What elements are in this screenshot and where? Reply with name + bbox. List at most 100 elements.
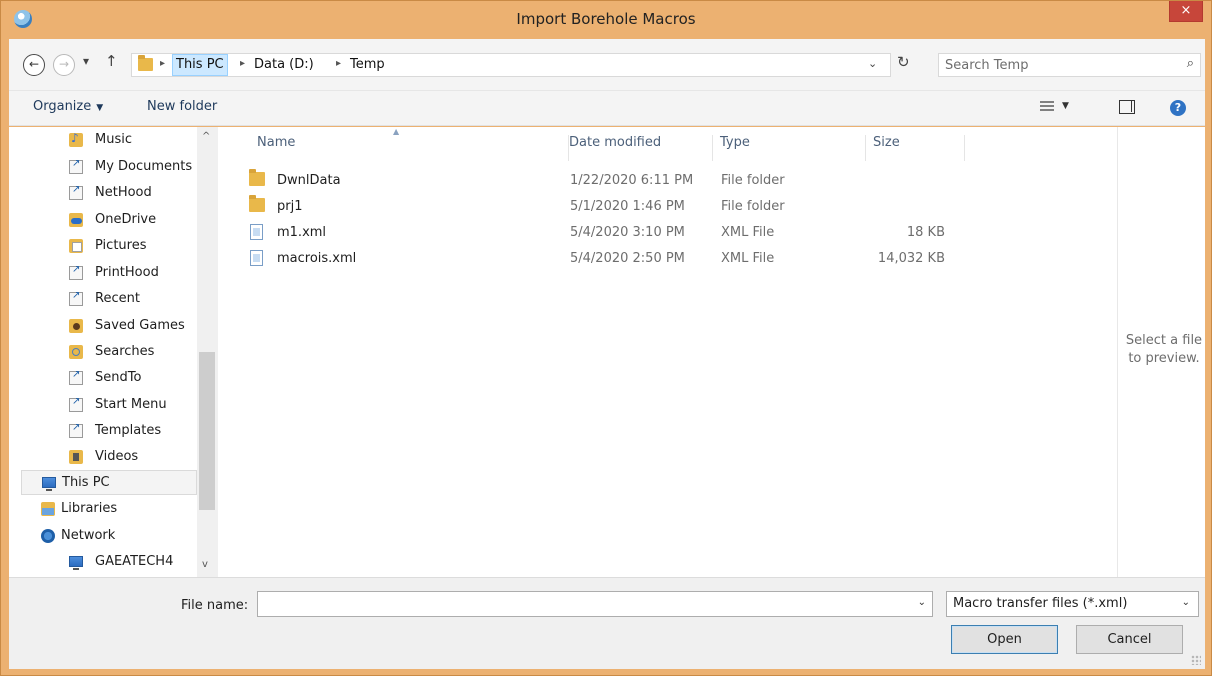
shortcut-icon bbox=[69, 422, 83, 438]
up-button[interactable]: ↑ bbox=[105, 52, 118, 70]
preview-pane: Select a file to preview. bbox=[1117, 127, 1205, 577]
column-header-type[interactable]: Type bbox=[712, 135, 866, 161]
recent-locations-dropdown[interactable]: ▾ bbox=[83, 54, 89, 68]
window-title: Import Borehole Macros bbox=[516, 10, 696, 28]
file-name: macrois.xml bbox=[277, 251, 357, 266]
file-size: 18 KB bbox=[906, 225, 945, 240]
breadcrumb-item-temp[interactable]: Temp bbox=[350, 57, 385, 72]
file-date: 5/1/2020 1:46 PM bbox=[570, 199, 685, 214]
address-history-dropdown[interactable]: ⌄ bbox=[868, 57, 877, 70]
file-date: 5/4/2020 2:50 PM bbox=[570, 251, 685, 266]
folder-icon bbox=[138, 55, 153, 71]
scrollbar-thumb[interactable] bbox=[199, 352, 215, 510]
file-type: XML File bbox=[721, 251, 775, 266]
column-header-name[interactable]: Name bbox=[249, 135, 569, 161]
navigation-pane: Music My Documents NetHood OneDrive Pict… bbox=[9, 127, 218, 577]
column-header-size[interactable]: Size bbox=[865, 135, 965, 161]
back-button[interactable]: ← bbox=[23, 54, 45, 76]
search-box[interactable]: ⌕ bbox=[938, 53, 1201, 77]
file-name: prj1 bbox=[277, 199, 303, 214]
sidebar-item-label: Music bbox=[95, 132, 132, 147]
search-icon[interactable]: ⌕ bbox=[1187, 56, 1194, 71]
folder-icon bbox=[249, 195, 265, 212]
file-name-panel: File name: ⌄ Macro transfer files (*.xml… bbox=[9, 577, 1205, 669]
file-row-macrois-xml[interactable]: macrois.xml 5/4/2020 2:50 PM XML File 14… bbox=[239, 247, 1099, 273]
sidebar-item-label: Start Menu bbox=[95, 397, 167, 412]
import-dialog-window: Import Borehole Macros × ← → ▾ ↑ ▸ This … bbox=[0, 0, 1212, 676]
breadcrumb[interactable]: ▸ This PC ▸ Data (D:) ▸ Temp ⌄ bbox=[131, 53, 891, 77]
breadcrumb-separator-icon[interactable]: ▸ bbox=[160, 58, 165, 69]
shortcut-icon bbox=[69, 264, 83, 280]
shortcut-icon bbox=[69, 184, 83, 200]
breadcrumb-separator-icon[interactable]: ▸ bbox=[240, 58, 245, 69]
file-type-filter-value: Macro transfer files (*.xml) bbox=[953, 596, 1128, 611]
sidebar-scrollbar[interactable]: ^ v bbox=[197, 127, 217, 577]
preview-message: Select a file to preview. bbox=[1125, 333, 1203, 366]
music-folder-icon bbox=[69, 131, 83, 147]
breadcrumb-item-this-pc[interactable]: This PC bbox=[172, 54, 228, 76]
change-view-icon[interactable] bbox=[1040, 101, 1054, 113]
chevron-down-icon[interactable]: ⌄ bbox=[918, 597, 926, 608]
address-row: ← → ▾ ↑ ▸ This PC ▸ Data (D:) ▸ Temp ⌄ ↻… bbox=[9, 39, 1205, 91]
sidebar-item-network[interactable]: Network bbox=[21, 524, 206, 549]
search-input[interactable] bbox=[945, 56, 1165, 74]
new-folder-button[interactable]: New folder bbox=[147, 99, 217, 114]
file-name: DwnlData bbox=[277, 173, 341, 188]
command-toolbar: Organize ▼ New folder ▼ ? bbox=[9, 91, 1205, 126]
resize-grip-icon[interactable] bbox=[1191, 655, 1201, 665]
sidebar-item-label: Saved Games bbox=[95, 318, 185, 333]
sidebar-item-label: NetHood bbox=[95, 185, 152, 200]
file-name-input[interactable] bbox=[262, 595, 892, 613]
shortcut-icon bbox=[69, 158, 83, 174]
breadcrumb-separator-icon[interactable]: ▸ bbox=[336, 58, 341, 69]
sidebar-item-this-pc[interactable]: This PC bbox=[21, 470, 197, 495]
sidebar-item-label: OneDrive bbox=[95, 212, 157, 227]
forward-button[interactable]: → bbox=[53, 54, 75, 76]
file-row-prj1[interactable]: prj1 5/1/2020 1:46 PM File folder bbox=[239, 195, 1099, 221]
scroll-down-icon[interactable]: v bbox=[202, 559, 208, 570]
computer-icon bbox=[69, 556, 83, 570]
file-date: 1/22/2020 6:11 PM bbox=[570, 173, 694, 188]
saved-games-icon bbox=[69, 319, 83, 333]
sidebar-item-label: PrintHood bbox=[95, 265, 159, 280]
file-date: 5/4/2020 3:10 PM bbox=[570, 225, 685, 240]
scroll-up-icon[interactable]: ^ bbox=[202, 131, 210, 142]
file-type-filter-select[interactable]: Macro transfer files (*.xml) ⌄ bbox=[946, 591, 1199, 617]
cancel-button[interactable]: Cancel bbox=[1076, 625, 1183, 654]
main-area: Music My Documents NetHood OneDrive Pict… bbox=[9, 127, 1205, 577]
column-header-date-modified[interactable]: Date modified bbox=[561, 135, 713, 161]
file-name-combobox[interactable]: ⌄ bbox=[257, 591, 933, 617]
file-type: File folder bbox=[721, 199, 785, 214]
organize-menu-button[interactable]: Organize ▼ bbox=[33, 99, 103, 114]
refresh-icon[interactable]: ↻ bbox=[897, 53, 910, 71]
open-button[interactable]: Open bbox=[951, 625, 1058, 654]
sidebar-item-label: Pictures bbox=[95, 238, 147, 253]
sidebar-item-label: Searches bbox=[95, 344, 155, 359]
sidebar-item-libraries[interactable]: Libraries bbox=[21, 497, 206, 522]
sidebar-item-label: Recent bbox=[95, 291, 140, 306]
file-row-dwnldata[interactable]: DwnlData 1/22/2020 6:11 PM File folder bbox=[239, 169, 1099, 195]
file-type: XML File bbox=[721, 225, 775, 240]
sidebar-item-label: Videos bbox=[95, 449, 139, 464]
libraries-icon bbox=[41, 502, 55, 516]
file-type: File folder bbox=[721, 173, 785, 188]
shortcut-icon bbox=[69, 396, 83, 412]
file-row-m1-xml[interactable]: m1.xml 5/4/2020 3:10 PM XML File 18 KB bbox=[239, 221, 1099, 247]
chevron-down-icon: ⌄ bbox=[1181, 597, 1190, 608]
pictures-folder-icon bbox=[69, 239, 83, 253]
close-button[interactable]: × bbox=[1169, 1, 1203, 22]
sidebar-item-label: Network bbox=[61, 528, 116, 543]
sidebar-item-label: Templates bbox=[95, 423, 162, 438]
file-list: ▲ Name Date modified Type Size DwnlData … bbox=[219, 127, 1117, 577]
xml-file-icon bbox=[250, 250, 263, 266]
title-bar[interactable]: Import Borehole Macros × bbox=[1, 1, 1211, 39]
chevron-down-icon: ▼ bbox=[96, 103, 104, 113]
breadcrumb-item-data-drive[interactable]: Data (D:) bbox=[254, 57, 314, 72]
searches-icon bbox=[69, 345, 83, 359]
help-icon[interactable]: ? bbox=[1170, 100, 1186, 116]
videos-folder-icon bbox=[69, 450, 83, 464]
preview-pane-icon[interactable] bbox=[1119, 100, 1135, 114]
shortcut-icon bbox=[69, 290, 83, 306]
view-options-dropdown[interactable]: ▼ bbox=[1062, 101, 1069, 111]
file-size: 14,032 KB bbox=[877, 251, 945, 266]
